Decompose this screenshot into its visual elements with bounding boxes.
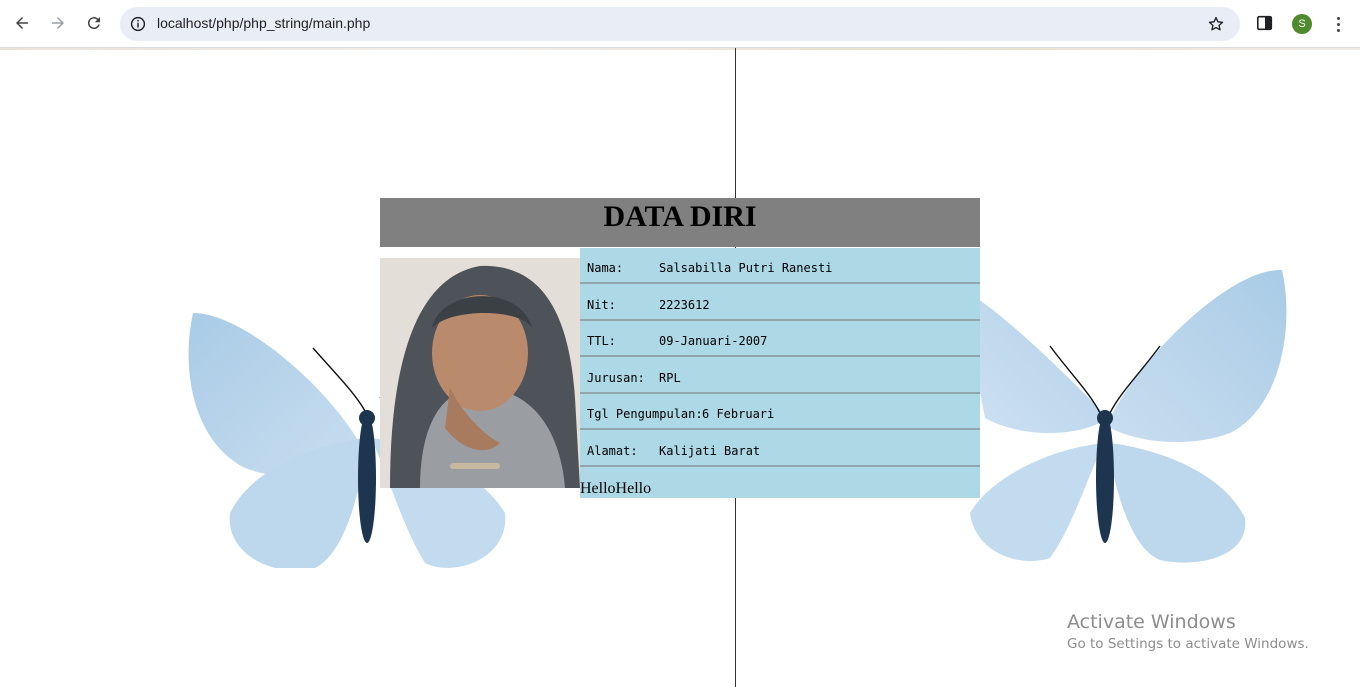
table-row-jurusan: Jurusan: RPL (580, 358, 980, 394)
hello-text: HelloHello (580, 480, 652, 497)
field-label: Nit: (587, 298, 616, 312)
page-content: DATA DIRI Nama: Salsabilla Putri Ranesti… (0, 48, 1360, 687)
field-value: Salsabilla Putri Ranesti (659, 261, 833, 275)
field-label: Jurusan: (587, 371, 645, 385)
forward-button[interactable] (44, 9, 72, 37)
table-row-alamat: Alamat: Kalijati Barat (580, 431, 980, 467)
arrow-right-icon (52, 17, 64, 29)
url-text[interactable]: localhost/php/php_string/main.php (157, 15, 370, 31)
field-label: Alamat: (587, 444, 638, 458)
field-value: RPL (659, 371, 681, 385)
reload-button[interactable] (80, 9, 108, 37)
activate-windows-title: Activate Windows (1067, 611, 1236, 633)
table-row-ttl: TTL: 09-Januari-2007 (580, 321, 980, 357)
browser-toolbar: localhost/php/php_string/main.php S (0, 0, 1360, 48)
kebab-menu-icon[interactable] (1330, 14, 1346, 34)
data-header: DATA DIRI (380, 198, 980, 247)
field-label: TTL: (587, 334, 616, 348)
address-bar[interactable]: localhost/php/php_string/main.php (120, 7, 1240, 41)
back-button[interactable] (8, 9, 36, 37)
profile-avatar[interactable]: S (1292, 14, 1312, 34)
reload-icon (87, 17, 100, 30)
activate-windows-watermark: Activate Windows Go to Settings to activ… (1067, 611, 1309, 652)
arrow-left-icon (16, 17, 28, 29)
field-label: Nama: (587, 261, 624, 275)
side-panel-icon[interactable] (1256, 14, 1276, 34)
table-row-tgl-pengumpulan: Tgl Pengumpulan: 6 Februari (580, 394, 980, 430)
table-row-nama: Nama: Salsabilla Putri Ranesti (580, 248, 980, 284)
info-icon[interactable] (128, 14, 148, 34)
field-value: Kalijati Barat (659, 444, 761, 458)
data-table: Nama: Salsabilla Putri Ranesti Nit: 2223… (580, 248, 980, 498)
activate-windows-subtitle: Go to Settings to activate Windows. (1067, 636, 1309, 652)
field-value: 09-Januari-2007 (659, 334, 768, 348)
butterfly-right-image (960, 269, 1287, 563)
field-label: Tgl Pengumpulan: (587, 407, 703, 421)
profile-photo (380, 258, 580, 488)
bookmark-star-icon[interactable] (1206, 14, 1226, 34)
table-row-nit: Nit: 2223612 (580, 285, 980, 321)
field-value: 2223612 (659, 298, 710, 312)
field-value: 6 Februari (702, 407, 775, 421)
page-top-border (0, 48, 1360, 50)
page-title: DATA DIRI (603, 200, 757, 233)
